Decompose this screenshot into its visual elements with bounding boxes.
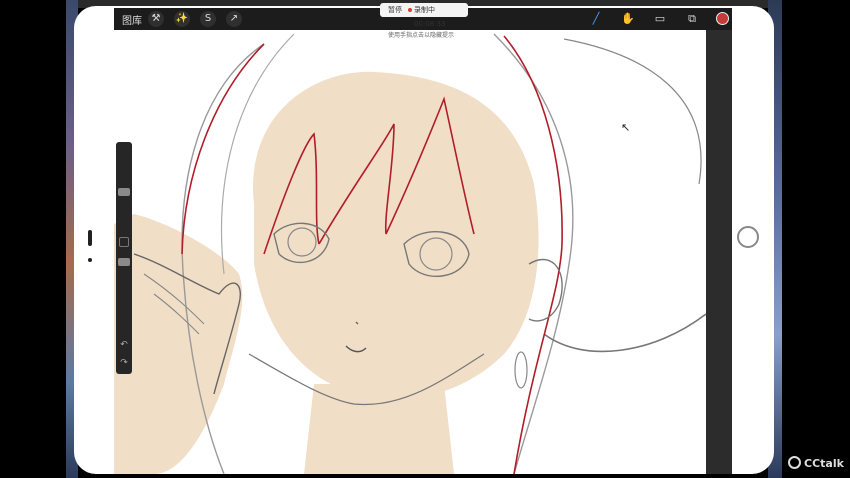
- undo-icon[interactable]: ↶: [119, 340, 129, 350]
- hair-back-curve: [563, 38, 702, 185]
- artwork: [114, 33, 706, 474]
- side-indicator-dot: [88, 258, 92, 262]
- cctalk-logo-icon: [788, 456, 801, 469]
- brush-icon[interactable]: ╱: [588, 11, 604, 27]
- drawing-canvas[interactable]: [114, 24, 706, 474]
- earring: [514, 351, 528, 389]
- opacity-slider[interactable]: [118, 258, 130, 266]
- recording-indicator[interactable]: 暂停 录制中 00:08:33: [380, 3, 468, 28]
- brush-size-slider[interactable]: [118, 188, 130, 196]
- gallery-button[interactable]: 图库: [122, 12, 142, 27]
- magic-wand-icon[interactable]: ✨: [174, 11, 190, 27]
- hint-text: 使用手指点击以隐藏提示: [388, 32, 455, 39]
- brush-sliders-panel: ↶ ↷: [116, 142, 132, 374]
- recording-status: 录制中 00:08:33: [414, 6, 446, 28]
- hand-fill: [114, 214, 243, 474]
- shoulder-curve: [543, 313, 706, 353]
- transform-arrow-icon[interactable]: ↗: [226, 11, 242, 27]
- cctalk-brand: CCtalk: [804, 457, 844, 470]
- pause-label[interactable]: 暂停: [388, 3, 402, 17]
- redo-icon[interactable]: ↷: [119, 358, 129, 368]
- layers-icon[interactable]: ⧉: [684, 11, 700, 27]
- home-button[interactable]: [737, 226, 759, 248]
- face-fill: [253, 71, 539, 400]
- neck-fill: [304, 384, 454, 474]
- smudge-icon[interactable]: ✋: [620, 11, 636, 27]
- side-indicator: [88, 230, 92, 246]
- eraser-icon[interactable]: ▭: [652, 11, 668, 27]
- selection-icon[interactable]: S: [200, 11, 216, 27]
- record-dot-icon: [408, 8, 412, 12]
- wrench-icon[interactable]: ⚒: [148, 11, 164, 27]
- cctalk-watermark: CCtalk: [788, 456, 844, 470]
- mouse-cursor-icon: ↖: [621, 121, 631, 134]
- color-picker-button[interactable]: [716, 12, 729, 25]
- right-dark-strip: [706, 24, 732, 474]
- modify-button[interactable]: [119, 237, 129, 247]
